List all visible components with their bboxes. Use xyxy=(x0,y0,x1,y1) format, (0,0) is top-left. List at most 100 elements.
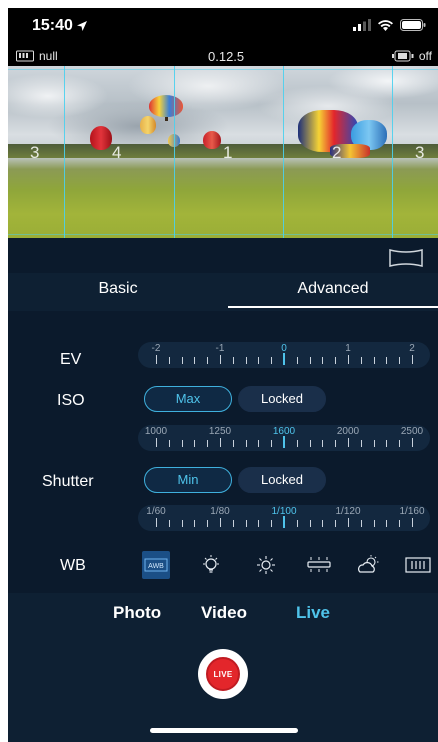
grid-number: 3 xyxy=(415,143,425,162)
slider-tick-label: -2 xyxy=(151,343,161,354)
wb-fluorescent-button[interactable] xyxy=(305,551,333,579)
slider-position-indicator[interactable] xyxy=(283,436,285,448)
manual-wb-icon xyxy=(405,557,431,573)
wb-manual-button[interactable] xyxy=(404,551,432,579)
fluorescent-icon xyxy=(307,557,331,572)
slider-tick xyxy=(168,520,170,527)
slider-tick xyxy=(348,355,349,364)
app-screen: 15:40 null 0.12.5 off 3 4 1 2 3 Basic Ad… xyxy=(8,8,438,742)
mode-photo[interactable]: Photo xyxy=(113,603,161,623)
slider-tick xyxy=(373,357,375,364)
slider-tick xyxy=(220,518,221,527)
status-time: 15:40 xyxy=(32,17,88,35)
camera-battery-icon xyxy=(391,50,414,62)
slider-tick xyxy=(309,520,311,527)
slider-tick xyxy=(194,520,196,527)
slider-tick-label: 2500 xyxy=(400,426,424,437)
slider-tick xyxy=(194,440,196,447)
active-tab-indicator xyxy=(228,306,438,308)
grid-number: 1 xyxy=(223,143,233,162)
slider-tick xyxy=(360,357,362,364)
wb-incandescent-button[interactable] xyxy=(197,551,225,579)
storage-status-text: null xyxy=(39,49,58,63)
wb-daylight-button[interactable] xyxy=(252,551,280,579)
panorama-view-icon[interactable] xyxy=(388,248,424,268)
grid-line xyxy=(392,66,393,238)
hot-air-balloon xyxy=(90,126,112,150)
home-indicator[interactable] xyxy=(150,728,298,733)
mode-live[interactable]: Live xyxy=(296,603,330,623)
grid-line xyxy=(174,66,175,238)
slider-tick xyxy=(258,357,260,364)
slider-tick-label: 1250 xyxy=(208,426,232,437)
sd-card-icon xyxy=(16,50,34,62)
slider-tick xyxy=(168,440,170,447)
slider-tick xyxy=(322,520,324,527)
slider-tick xyxy=(296,357,298,364)
cellular-signal-icon xyxy=(353,19,371,31)
wb-options: AWB xyxy=(142,551,432,579)
slider-tick xyxy=(348,438,349,447)
slider-tick xyxy=(232,440,234,447)
slider-tick xyxy=(220,438,221,447)
shutter-min-button[interactable]: Min xyxy=(144,467,232,493)
wb-cloudy-button[interactable] xyxy=(355,551,383,579)
slider-tick xyxy=(360,520,362,527)
shutter-slider[interactable]: 1/60 1/80 1/100 1/120 1/160 xyxy=(138,505,430,531)
hot-air-balloon xyxy=(149,95,183,117)
slider-tick-label: -1 xyxy=(215,343,225,354)
slider-tick xyxy=(245,357,247,364)
grid-line xyxy=(283,66,284,238)
camera-info-bar: null 0.12.5 off xyxy=(8,46,438,66)
live-button-label: LIVE xyxy=(213,669,233,679)
shutter-label: Shutter xyxy=(42,473,94,490)
slider-tick xyxy=(181,440,183,447)
slider-tick xyxy=(271,357,273,364)
slider-tick-label: 1/80 xyxy=(210,506,230,517)
slider-position-indicator[interactable] xyxy=(283,353,285,365)
grid-line xyxy=(8,234,438,235)
slider-tick-label: 2 xyxy=(409,343,415,354)
slider-tick xyxy=(309,357,311,364)
shutter-locked-button[interactable]: Locked xyxy=(238,467,326,493)
slider-tick xyxy=(335,520,337,527)
slider-tick xyxy=(412,518,413,527)
slider-tick xyxy=(207,357,209,364)
slider-tick xyxy=(296,520,298,527)
slider-tick xyxy=(412,355,413,364)
slider-tick xyxy=(156,518,157,527)
clock-text: 15:40 xyxy=(32,17,73,34)
slider-tick-label: 2000 xyxy=(336,426,360,437)
slider-tick xyxy=(386,440,388,447)
awb-icon: AWB xyxy=(144,558,168,572)
iso-locked-button[interactable]: Locked xyxy=(238,386,326,412)
awb-text: AWB xyxy=(148,563,164,570)
slider-tick xyxy=(181,520,183,527)
slider-tick xyxy=(309,440,311,447)
location-arrow-icon xyxy=(76,21,87,31)
slider-tick xyxy=(399,357,401,364)
slider-tick xyxy=(194,357,196,364)
wb-auto-button[interactable]: AWB xyxy=(142,551,170,579)
ev-slider[interactable]: -2 -1 0 1 2 xyxy=(138,342,430,368)
capture-mode-bar: Photo Video Live LIVE xyxy=(8,593,438,742)
grid-line xyxy=(64,66,65,238)
record-indicator: LIVE xyxy=(206,657,240,691)
slider-tick-label: 1/160 xyxy=(399,506,425,517)
slider-position-indicator[interactable] xyxy=(283,516,285,528)
slider-tick xyxy=(181,357,183,364)
settings-tabs: Basic Advanced xyxy=(8,273,438,311)
live-record-button[interactable]: LIVE xyxy=(198,649,248,699)
iso-slider[interactable]: 1000 1250 1600 2000 2500 xyxy=(138,425,430,451)
slider-tick xyxy=(335,440,337,447)
slider-tick xyxy=(207,440,209,447)
battery-icon xyxy=(400,19,426,31)
tab-basic[interactable]: Basic xyxy=(8,273,228,311)
slider-tick xyxy=(168,357,170,364)
slider-tick xyxy=(258,440,260,447)
panorama-preview[interactable]: 3 4 1 2 3 xyxy=(8,66,438,238)
slider-tick xyxy=(322,357,324,364)
mode-video[interactable]: Video xyxy=(201,603,247,623)
hot-air-balloon xyxy=(140,116,156,134)
iso-max-button[interactable]: Max xyxy=(144,386,232,412)
